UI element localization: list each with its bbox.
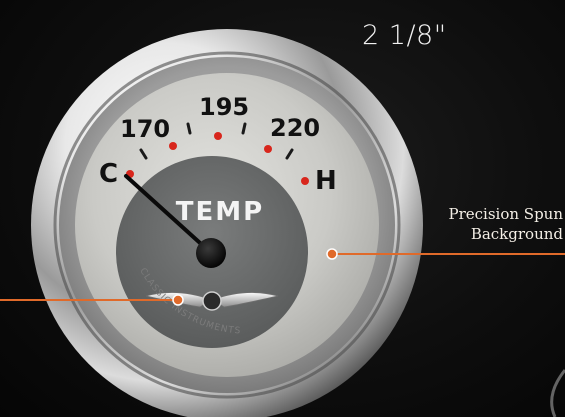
adjacent-gauge-edge	[550, 369, 565, 417]
needle-hub	[196, 238, 226, 268]
scale-label-h: H	[315, 166, 337, 196]
scale-label-c: C	[99, 159, 118, 189]
scale-label-170: 170	[120, 115, 170, 143]
scale-label-220: 220	[270, 114, 320, 142]
gauge-center-label: TEMP	[176, 197, 264, 227]
background-callout-label: Precision Spun Background	[449, 204, 564, 244]
product-photo: C 170 195 220 H TEMP CLASSIC INSTRUMENTS	[0, 0, 565, 417]
background-callout-line1: Precision Spun	[448, 205, 564, 223]
gauge-size-label: 2 1/8"	[362, 20, 447, 51]
scale-label-195: 195	[199, 93, 249, 121]
background-callout-line2: Background	[470, 225, 563, 243]
